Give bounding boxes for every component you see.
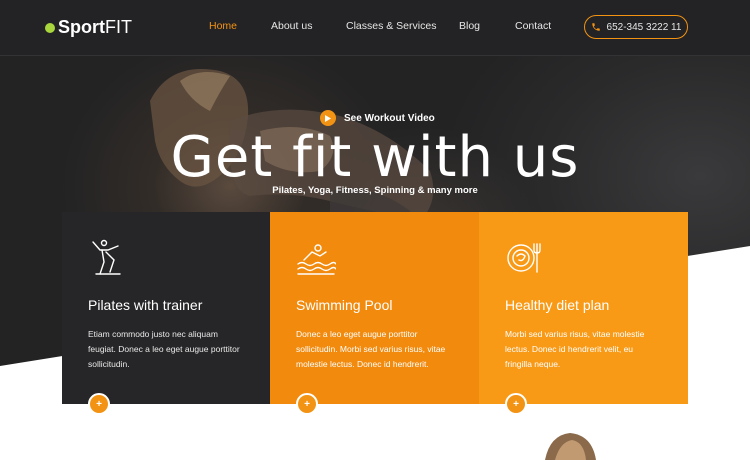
- card-title: Healthy diet plan: [505, 297, 610, 313]
- video-link-label: See Workout Video: [344, 112, 435, 124]
- hero-subtitle: Pilates, Yoga, Fitness, Spinning & many …: [272, 185, 478, 196]
- card-title: Pilates with trainer: [88, 297, 203, 313]
- nav-classes-services[interactable]: Classes & Services: [346, 20, 436, 32]
- card-text: Etiam commodo justo nec aliquam feugiat.…: [88, 329, 240, 369]
- nav-about-us[interactable]: About us: [271, 20, 312, 32]
- card-diet: Healthy diet plan Morbi sed varius risus…: [479, 212, 688, 415]
- phone-icon: [591, 23, 600, 31]
- nav-blog[interactable]: Blog: [459, 20, 480, 32]
- phone-number: 652-345 3222 11: [606, 21, 682, 33]
- card-expand-button[interactable]: +: [296, 393, 318, 415]
- card-expand-button[interactable]: +: [505, 393, 527, 415]
- hero-title: Get fit with us: [170, 125, 580, 190]
- card-title: Swimming Pool: [296, 297, 393, 313]
- workout-video-link[interactable]: See Workout Video: [320, 110, 435, 126]
- trainer-photo-partial: [545, 433, 596, 460]
- phone-button[interactable]: 652-345 3222 11: [584, 15, 688, 39]
- swimming-icon: [297, 244, 337, 275]
- service-cards: Pilates with trainer Etiam commodo justo…: [62, 212, 688, 415]
- pilates-icon: [92, 239, 121, 275]
- diet-plate-icon: [507, 243, 541, 273]
- card-text: Morbi sed varius risus, vitae molestie l…: [505, 329, 645, 369]
- nav-home[interactable]: Home: [209, 20, 237, 32]
- card-swimming: Swimming Pool Donec a leo eget augue por…: [270, 212, 479, 415]
- play-icon[interactable]: [320, 110, 336, 126]
- nav-contact[interactable]: Contact: [515, 20, 551, 32]
- site-header: Sport FIT Home About us Classes & Servic…: [0, 0, 750, 56]
- card-expand-button[interactable]: +: [88, 393, 110, 415]
- card-pilates: Pilates with trainer Etiam commodo justo…: [62, 212, 270, 415]
- card-text: Donec a leo eget augue porttitor sollici…: [296, 329, 446, 369]
